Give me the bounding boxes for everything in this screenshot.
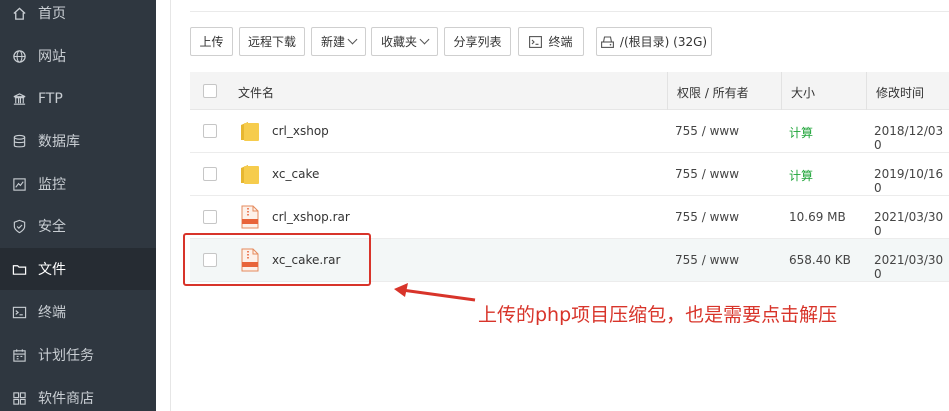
terminal-icon: [529, 35, 543, 48]
terminal-button[interactable]: 终端: [518, 27, 584, 56]
file-perm[interactable]: 755 / www: [675, 167, 739, 181]
favorites-button-label: 收藏夹: [380, 35, 417, 49]
column-header-size[interactable]: 大小: [791, 84, 815, 101]
sidebar-item-label: 网站: [38, 49, 66, 65]
shield-icon: [11, 218, 27, 234]
remote-download-button[interactable]: 远程下载: [239, 27, 305, 56]
file-size: 10.69 MB: [789, 210, 846, 224]
sidebar-item-website[interactable]: 网站: [0, 35, 156, 77]
row-checkbox[interactable]: [203, 167, 217, 181]
sidebar-item-terminal[interactable]: 终端: [0, 291, 156, 333]
annotation-highlight-box: [183, 233, 371, 286]
favorites-dropdown-button[interactable]: 收藏夹: [371, 27, 438, 56]
sidebar-item-database[interactable]: 数据库: [0, 120, 156, 162]
row-checkbox[interactable]: [203, 124, 217, 138]
column-header-name[interactable]: 文件名: [238, 84, 274, 101]
folder-icon: [11, 261, 27, 277]
table-row[interactable]: xc_cake 755 / www 计算 2019/10/16 0: [190, 153, 949, 196]
divider: [190, 11, 949, 12]
panel-border: [170, 0, 171, 411]
row-checkbox[interactable]: [203, 210, 217, 224]
column-separator: [866, 72, 867, 110]
sidebar-item-label: 终端: [38, 305, 66, 321]
file-mtime: 2021/03/30 0: [874, 210, 944, 238]
sidebar-item-label: 计划任务: [38, 348, 94, 364]
file-size: 658.40 KB: [789, 253, 851, 267]
file-mtime: 2019/10/16 0: [874, 167, 944, 195]
file-name[interactable]: crl_xshop: [272, 124, 329, 138]
annotation-arrow-icon: [394, 283, 476, 302]
calculate-size-link[interactable]: 计算: [789, 167, 813, 184]
sidebar: 首页 网站 FTP 数据库 监控 安全 文件 终端 计划任务 软件商店: [0, 0, 156, 411]
file-mtime: 2021/03/30 0: [874, 253, 944, 281]
path-label: /(根目录) (32G): [619, 35, 708, 49]
sidebar-item-label: 监控: [38, 177, 66, 193]
sidebar-item-monitor[interactable]: 监控: [0, 163, 156, 205]
new-button-label: 新建: [320, 35, 345, 49]
monitor-icon: [11, 176, 27, 192]
sidebar-item-security[interactable]: 安全: [0, 205, 156, 247]
calendar-icon: [11, 347, 27, 363]
sidebar-item-cron[interactable]: 计划任务: [0, 334, 156, 376]
folder-icon: [241, 122, 259, 141]
annotation-text: 上传的php项目压缩包，也是需要点击解压: [478, 304, 838, 326]
file-perm[interactable]: 755 / www: [675, 210, 739, 224]
file-perm[interactable]: 755 / www: [675, 124, 739, 138]
sidebar-item-files[interactable]: 文件: [0, 248, 156, 290]
sidebar-item-label: FTP: [38, 91, 63, 107]
column-separator: [781, 72, 782, 110]
sidebar-item-label: 安全: [38, 219, 66, 235]
file-perm[interactable]: 755 / www: [675, 253, 739, 267]
folder-icon: [241, 165, 259, 184]
home-icon: [11, 5, 27, 21]
table-row[interactable]: crl_xshop 755 / www 计算 2018/12/03 0: [190, 110, 949, 153]
sidebar-item-label: 软件商店: [38, 391, 94, 407]
ftp-icon: [11, 91, 27, 107]
globe-icon: [11, 48, 27, 64]
calculate-size-link[interactable]: 计算: [789, 124, 813, 141]
rar-file-icon: [241, 205, 259, 229]
sidebar-item-label: 首页: [38, 6, 66, 22]
sidebar-item-ftp[interactable]: FTP: [0, 78, 156, 120]
sidebar-item-label: 数据库: [38, 134, 80, 150]
database-icon: [11, 133, 27, 149]
table-header: 文件名 权限 / 所有者 大小 修改时间: [190, 72, 949, 110]
select-all-checkbox[interactable]: [203, 84, 217, 98]
column-separator: [667, 72, 668, 110]
file-name[interactable]: crl_xshop.rar: [272, 210, 350, 224]
terminal-button-label: 终端: [548, 35, 573, 49]
disk-icon: [600, 35, 614, 48]
store-icon: [11, 390, 27, 406]
file-mtime: 2018/12/03 0: [874, 124, 944, 152]
chevron-down-icon: [347, 34, 358, 45]
share-list-button[interactable]: 分享列表: [444, 27, 511, 56]
sidebar-item-store[interactable]: 软件商店: [0, 377, 156, 411]
sidebar-item-label: 文件: [38, 262, 66, 278]
column-header-perm[interactable]: 权限 / 所有者: [677, 84, 749, 101]
terminal-icon: [11, 304, 27, 320]
column-header-mtime[interactable]: 修改时间: [876, 84, 924, 101]
upload-button[interactable]: 上传: [190, 27, 233, 56]
chevron-down-icon: [419, 34, 430, 45]
path-button[interactable]: /(根目录) (32G): [596, 27, 712, 56]
file-name[interactable]: xc_cake: [272, 167, 319, 181]
new-dropdown-button[interactable]: 新建: [311, 27, 366, 56]
sidebar-item-home[interactable]: 首页: [0, 0, 156, 34]
